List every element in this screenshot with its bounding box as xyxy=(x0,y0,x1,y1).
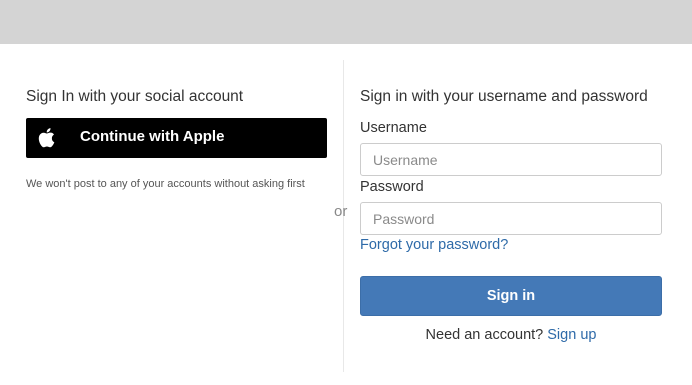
continue-with-apple-label: Continue with Apple xyxy=(80,128,225,145)
username-input[interactable] xyxy=(360,143,662,176)
top-bar xyxy=(0,0,692,44)
social-privacy-note: We won't post to any of your accounts wi… xyxy=(26,178,305,190)
continue-with-apple-button[interactable]: Continue with Apple xyxy=(26,118,327,158)
password-label: Password xyxy=(360,179,424,195)
password-input[interactable] xyxy=(360,202,662,235)
signup-prompt-line: Need an account? Sign up xyxy=(360,327,662,343)
apple-logo-icon xyxy=(38,128,55,148)
or-separator: or xyxy=(334,203,348,220)
username-label: Username xyxy=(360,120,427,136)
sign-up-link[interactable]: Sign up xyxy=(547,327,596,343)
social-signin-title: Sign In with your social account xyxy=(26,88,244,105)
credentials-signin-title: Sign in with your username and password xyxy=(360,88,648,105)
sign-in-button[interactable]: Sign in xyxy=(360,276,662,316)
forgot-password-link[interactable]: Forgot your password? xyxy=(360,237,508,253)
signup-prompt-text: Need an account? xyxy=(425,327,544,343)
